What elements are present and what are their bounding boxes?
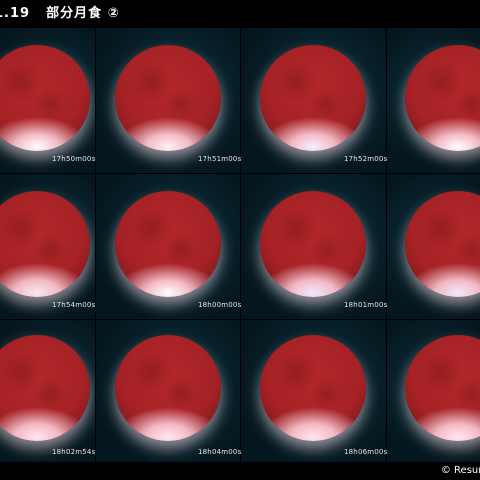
eclipse-photo bbox=[96, 320, 240, 462]
photo-timestamp: 18h02m54s bbox=[52, 448, 96, 456]
title-date: 1.19 bbox=[0, 6, 31, 21]
moon-image bbox=[115, 335, 221, 441]
page-title: 1.19 部分月食 ② bbox=[0, 0, 480, 28]
photo-timestamp: 17h52m00s bbox=[344, 155, 388, 163]
eclipse-photo bbox=[0, 174, 95, 319]
eclipse-photo bbox=[96, 28, 240, 173]
photo-timestamp: 18h04m00s bbox=[198, 448, 242, 456]
eclipse-photo bbox=[241, 28, 386, 173]
moon-image bbox=[0, 45, 90, 151]
eclipse-photo bbox=[0, 320, 95, 462]
moon-image bbox=[405, 45, 480, 151]
eclipse-photo bbox=[241, 174, 386, 319]
title-text: 部分月食 ② bbox=[46, 6, 120, 21]
photo-timestamp: 17h51m00s bbox=[198, 155, 242, 163]
moon-image bbox=[115, 45, 221, 151]
eclipse-photo-grid: 17h50m00s 17h51m00s 17h52m00s 17h54m00s 18h0… bbox=[0, 28, 480, 462]
moon-image bbox=[0, 335, 90, 441]
moon-image bbox=[405, 335, 480, 441]
photo-timestamp: 18h06m00s bbox=[344, 448, 388, 456]
moon-image bbox=[260, 45, 366, 151]
eclipse-photo bbox=[387, 320, 480, 462]
eclipse-photo bbox=[387, 174, 480, 319]
photo-timestamp: 18h00m00s bbox=[198, 301, 242, 309]
photo-timestamp: 17h54m00s bbox=[52, 301, 96, 309]
photo-timestamp: 18h01m00s bbox=[344, 301, 388, 309]
eclipse-photo bbox=[96, 174, 240, 319]
moon-image bbox=[260, 191, 366, 297]
eclipse-photo bbox=[241, 320, 386, 462]
moon-image bbox=[405, 191, 480, 297]
photo-timestamp: 17h50m00s bbox=[52, 155, 96, 163]
moon-image bbox=[115, 191, 221, 297]
moon-image bbox=[260, 335, 366, 441]
moon-image bbox=[0, 191, 90, 297]
copyright-text: © Resum bbox=[440, 465, 480, 476]
eclipse-photo bbox=[0, 28, 95, 173]
eclipse-photo bbox=[387, 28, 480, 173]
